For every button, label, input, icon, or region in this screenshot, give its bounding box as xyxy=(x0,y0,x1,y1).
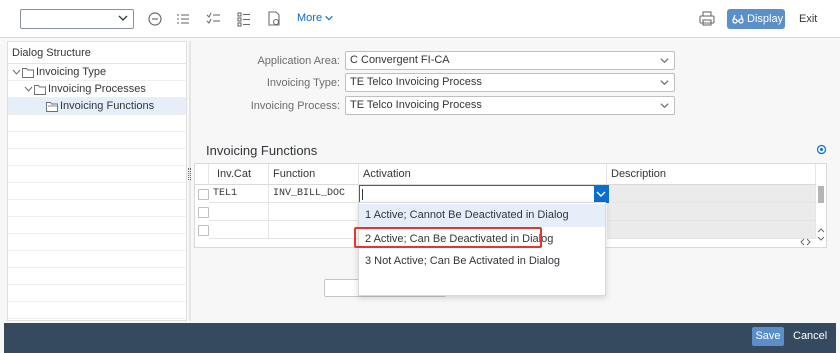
tree-item-label: Invoicing Functions xyxy=(60,100,155,112)
collapse-icon[interactable] xyxy=(146,10,164,28)
cell-description xyxy=(607,203,816,221)
scrollbar-thumb[interactable] xyxy=(818,186,824,203)
tree-empty-row xyxy=(8,183,186,200)
invoicing-type-select[interactable]: TE Telco Invoicing Process xyxy=(345,73,675,92)
column-header-inv-cat[interactable]: Inv.Cat xyxy=(209,164,269,185)
tree-empty-row xyxy=(8,132,186,149)
print-icon[interactable] xyxy=(698,10,716,28)
chevron-down-icon xyxy=(596,191,606,197)
chevron-down-icon xyxy=(118,15,128,21)
row-select-checkbox[interactable] xyxy=(198,189,209,200)
splitter-grip-icon[interactable] xyxy=(188,168,191,180)
folder-icon xyxy=(22,68,34,78)
save-button[interactable]: Save xyxy=(752,327,784,346)
toolbar: More Display Exit xyxy=(0,0,840,38)
section-title: Invoicing Functions xyxy=(206,143,318,158)
settings-icon[interactable] xyxy=(816,144,827,155)
tree-empty-row xyxy=(8,251,186,268)
transport-icon[interactable] xyxy=(265,10,283,28)
cell-description xyxy=(607,221,816,239)
tree-empty-row xyxy=(8,200,186,217)
row-select-checkbox[interactable] xyxy=(198,207,209,218)
chevron-down-icon xyxy=(660,103,669,109)
bulleted-list-icon[interactable] xyxy=(235,10,253,28)
application-area-select[interactable]: C Convergent FI-CA xyxy=(345,51,675,70)
tree-empty-row xyxy=(8,217,186,234)
invoicing-process-value: TE Telco Invoicing Process xyxy=(350,99,482,111)
activation-dropdown-button[interactable] xyxy=(594,186,608,202)
cancel-button[interactable]: Cancel xyxy=(793,330,827,342)
cell-inv-cat[interactable]: TEL1 xyxy=(209,185,269,203)
tree-empty-row xyxy=(8,166,186,183)
application-area-label: Application Area: xyxy=(257,55,340,67)
vertical-scrollbar[interactable] xyxy=(816,185,826,245)
activation-dropdown-list: 1 Active; Cannot Be Deactivated in Dialo… xyxy=(358,202,606,296)
activation-option[interactable]: 1 Active; Cannot Be Deactivated in Dialo… xyxy=(359,204,605,227)
column-header-description[interactable]: Description xyxy=(607,164,816,185)
cell-description xyxy=(607,185,816,203)
row-selector-header[interactable] xyxy=(195,164,209,185)
dialog-structure-panel: Dialog Structure Invoicing Type Invoicin… xyxy=(7,41,187,321)
application-area-value: C Convergent FI-CA xyxy=(350,54,450,66)
chevron-down-icon xyxy=(660,80,669,86)
scroll-down-icon[interactable] xyxy=(817,236,825,242)
display-label: Display xyxy=(747,13,784,25)
tree-item-label: Invoicing Processes xyxy=(48,83,146,95)
invoicing-process-label: Invoicing Process: xyxy=(250,100,340,112)
cell-function[interactable] xyxy=(269,221,359,239)
tree-empty-row xyxy=(8,285,186,302)
cell-inv-cat[interactable] xyxy=(209,203,269,221)
tree-empty-row xyxy=(8,302,186,319)
highlight-marker xyxy=(354,227,542,248)
text-cursor xyxy=(362,189,363,200)
scroll-right-icon[interactable] xyxy=(806,238,812,246)
list-icon[interactable] xyxy=(174,10,192,28)
exit-button[interactable]: Exit xyxy=(799,13,817,25)
activation-input[interactable] xyxy=(359,185,609,203)
chevron-down-icon xyxy=(325,16,333,21)
more-label: More xyxy=(297,12,323,24)
tree-item-invoicing-type[interactable]: Invoicing Type xyxy=(8,64,186,81)
chevron-down-icon[interactable] xyxy=(12,68,21,77)
glasses-icon xyxy=(732,14,744,24)
display-button[interactable]: Display xyxy=(727,9,785,29)
cell-inv-cat[interactable] xyxy=(209,221,269,239)
open-folder-icon xyxy=(46,102,58,112)
invoicing-type-label: Invoicing Type: xyxy=(266,77,340,89)
checklist-icon[interactable] xyxy=(205,10,223,28)
tree-item-label: Invoicing Type xyxy=(36,66,107,78)
scroll-up-icon[interactable] xyxy=(817,227,825,233)
tree-item-invoicing-functions[interactable]: Invoicing Functions xyxy=(8,98,186,115)
chevron-down-icon xyxy=(660,58,669,64)
cell-function[interactable]: INV_BILL_DOC xyxy=(269,185,359,203)
column-header-activation[interactable]: Activation xyxy=(359,164,607,185)
variant-select[interactable] xyxy=(20,9,134,29)
footer-bar xyxy=(4,323,836,353)
invoicing-process-select[interactable]: TE Telco Invoicing Process xyxy=(345,96,675,115)
folder-icon xyxy=(34,85,46,95)
chevron-down-icon[interactable] xyxy=(24,85,33,94)
tree-empty-row xyxy=(8,268,186,285)
invoicing-type-value: TE Telco Invoicing Process xyxy=(350,76,482,88)
row-select-checkbox[interactable] xyxy=(198,225,209,236)
column-header-function[interactable]: Function xyxy=(269,164,359,185)
tree-empty-row xyxy=(8,115,186,132)
activation-option[interactable]: 3 Not Active; Can Be Activated in Dialog xyxy=(359,250,605,273)
scroll-left-icon[interactable] xyxy=(799,238,805,246)
cell-function[interactable] xyxy=(269,203,359,221)
tree-empty-row xyxy=(8,149,186,166)
tree-item-invoicing-processes[interactable]: Invoicing Processes xyxy=(8,81,186,98)
dialog-structure-title: Dialog Structure xyxy=(8,42,186,64)
more-menu[interactable]: More xyxy=(297,12,334,24)
tree-empty-row xyxy=(8,234,186,251)
